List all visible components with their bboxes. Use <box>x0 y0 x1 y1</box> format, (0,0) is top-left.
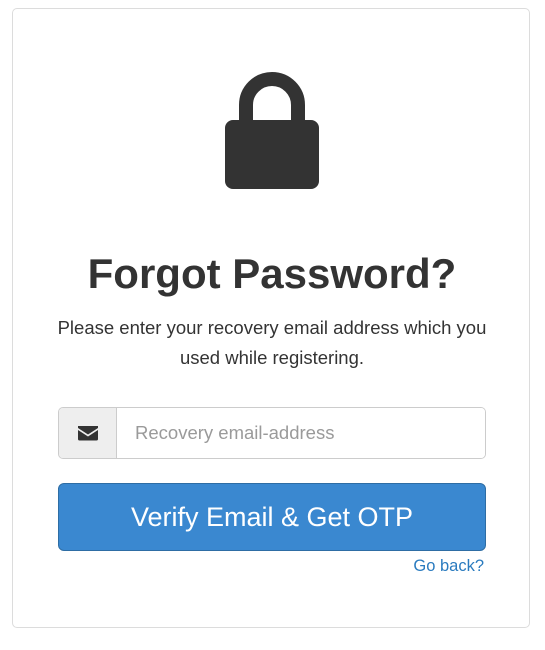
email-addon <box>59 408 117 458</box>
verify-email-button[interactable]: Verify Email & Get OTP <box>58 483 486 551</box>
instructions-text: Please enter your recovery email address… <box>57 317 487 368</box>
envelope-icon <box>77 426 98 441</box>
recovery-email-input[interactable] <box>117 408 485 458</box>
go-back-link[interactable]: Go back? <box>413 557 484 576</box>
forgot-password-card: Forgot Password? Please enter your recov… <box>12 8 530 628</box>
page-title: Forgot Password? <box>87 250 457 297</box>
email-input-group <box>58 407 486 459</box>
lock-icon <box>225 72 319 189</box>
